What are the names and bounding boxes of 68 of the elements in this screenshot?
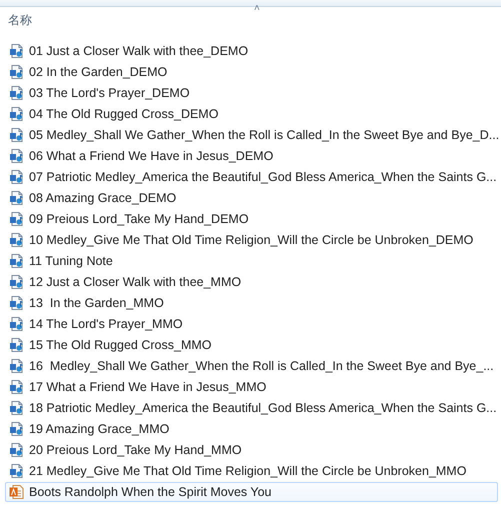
file-row[interactable]: 20 Preious Lord_Take My Hand_MMO bbox=[5, 440, 498, 460]
file-row[interactable]: 14 The Lord's Prayer_MMO bbox=[5, 314, 498, 334]
file-name: 03 The Lord's Prayer_DEMO bbox=[29, 86, 190, 100]
audio-file-icon bbox=[9, 106, 25, 122]
file-row[interactable]: 18 Patriotic Medley_America the Beautiful_God Bless America_When the Saints G... bbox=[5, 398, 498, 418]
file-name: 10 Medley_Give Me That Old Time Religion_Will the Circle be Unbroken_DEMO bbox=[29, 233, 474, 247]
audio-file-icon bbox=[9, 379, 25, 395]
file-row[interactable]: 08 Amazing Grace_DEMO bbox=[5, 188, 498, 208]
file-row[interactable]: 21 Medley_Give Me That Old Time Religion_Will the Circle be Unbroken_MMO bbox=[5, 461, 498, 481]
audio-file-icon bbox=[9, 190, 25, 206]
audio-file-icon bbox=[9, 127, 25, 143]
audio-file-icon bbox=[9, 43, 25, 59]
file-name: 16 Medley_Shall We Gather_When the Roll is Called_In the Sweet Bye and Bye_... bbox=[29, 359, 494, 373]
audio-file-icon bbox=[9, 64, 25, 80]
audio-file-icon bbox=[9, 442, 25, 458]
file-row[interactable]: 05 Medley_Shall We Gather_When the Roll is Called_In the Sweet Bye and Bye_D... bbox=[5, 125, 498, 145]
file-row[interactable]: 19 Amazing Grace_MMO bbox=[5, 419, 498, 439]
sort-caret-icon: ˄ bbox=[254, 4, 260, 14]
file-name: 17 What a Friend We Have in Jesus_MMO bbox=[29, 380, 266, 394]
file-row[interactable]: 06 What a Friend We Have in Jesus_DEMO bbox=[5, 146, 498, 166]
file-name: 14 The Lord's Prayer_MMO bbox=[29, 317, 183, 331]
file-row[interactable]: 12 Just a Closer Walk with thee_MMO bbox=[5, 272, 498, 292]
file-name: 09 Preious Lord_Take My Hand_DEMO bbox=[29, 212, 249, 226]
file-row[interactable]: 03 The Lord's Prayer_DEMO bbox=[5, 83, 498, 103]
audio-file-icon bbox=[9, 400, 25, 416]
audio-file-icon bbox=[9, 148, 25, 164]
file-row[interactable]: 10 Medley_Give Me That Old Time Religion_Will the Circle be Unbroken_DEMO bbox=[5, 230, 498, 250]
file-name: 05 Medley_Shall We Gather_When the Roll is Called_In the Sweet Bye and Bye_D... bbox=[29, 128, 500, 142]
audio-file-icon bbox=[9, 337, 25, 353]
file-row[interactable]: 16 Medley_Shall We Gather_When the Roll is Called_In the Sweet Bye and Bye_... bbox=[5, 356, 498, 376]
audio-file-icon bbox=[9, 421, 25, 437]
file-row[interactable]: 11 Tuning Note bbox=[5, 251, 498, 271]
column-header[interactable]: 名称 bbox=[8, 12, 32, 29]
audio-file-icon bbox=[9, 169, 25, 185]
audio-file-icon bbox=[9, 211, 25, 227]
audio-file-icon bbox=[9, 232, 25, 248]
audio-file-icon bbox=[9, 358, 25, 374]
file-name: 06 What a Friend We Have in Jesus_DEMO bbox=[29, 149, 274, 163]
file-name: 20 Preious Lord_Take My Hand_MMO bbox=[29, 443, 242, 457]
file-row[interactable]: 17 What a Friend We Have in Jesus_MMO bbox=[5, 377, 498, 397]
file-name: 19 Amazing Grace_MMO bbox=[29, 422, 170, 436]
file-row[interactable]: 09 Preious Lord_Take My Hand_DEMO bbox=[5, 209, 498, 229]
file-name: 02 In the Garden_DEMO bbox=[29, 65, 168, 79]
file-name: 12 Just a Closer Walk with thee_MMO bbox=[29, 275, 242, 289]
file-name: 21 Medley_Give Me That Old Time Religion_Will the Circle be Unbroken_MMO bbox=[29, 464, 466, 478]
file-name: 13 In the Garden_MMO bbox=[29, 296, 164, 310]
file-row[interactable]: Boots Randolph When the Spirit Moves You bbox=[5, 482, 498, 502]
file-row[interactable]: 01 Just a Closer Walk with thee_DEMO bbox=[5, 41, 498, 61]
pdf-file-icon bbox=[9, 484, 25, 500]
file-row[interactable]: 13 In the Garden_MMO bbox=[5, 293, 498, 313]
file-name: 15 The Old Rugged Cross_MMO bbox=[29, 338, 212, 352]
file-name: Boots Randolph When the Spirit Moves You bbox=[29, 485, 272, 499]
audio-file-icon bbox=[9, 274, 25, 290]
file-row[interactable]: 07 Patriotic Medley_America the Beautiful_God Bless America_When the Saints G... bbox=[5, 167, 498, 187]
file-name: 04 The Old Rugged Cross_DEMO bbox=[29, 107, 218, 121]
file-name: 18 Patriotic Medley_America the Beautiful_God Bless America_When the Saints G... bbox=[29, 401, 497, 415]
file-row[interactable]: 04 The Old Rugged Cross_DEMO bbox=[5, 104, 498, 124]
file-row[interactable]: 15 The Old Rugged Cross_MMO bbox=[5, 335, 498, 355]
file-name: 08 Amazing Grace_DEMO bbox=[29, 191, 176, 205]
file-name: 07 Patriotic Medley_America the Beautiful_God Bless America_When the Saints G... bbox=[29, 170, 497, 184]
audio-file-icon bbox=[9, 295, 25, 311]
audio-file-icon bbox=[9, 253, 25, 269]
audio-file-icon bbox=[9, 85, 25, 101]
file-name: 01 Just a Closer Walk with thee_DEMO bbox=[29, 44, 248, 58]
audio-file-icon bbox=[9, 463, 25, 479]
audio-file-icon bbox=[9, 316, 25, 332]
file-row[interactable]: 02 In the Garden_DEMO bbox=[5, 62, 498, 82]
file-name: 11 Tuning Note bbox=[29, 254, 113, 268]
